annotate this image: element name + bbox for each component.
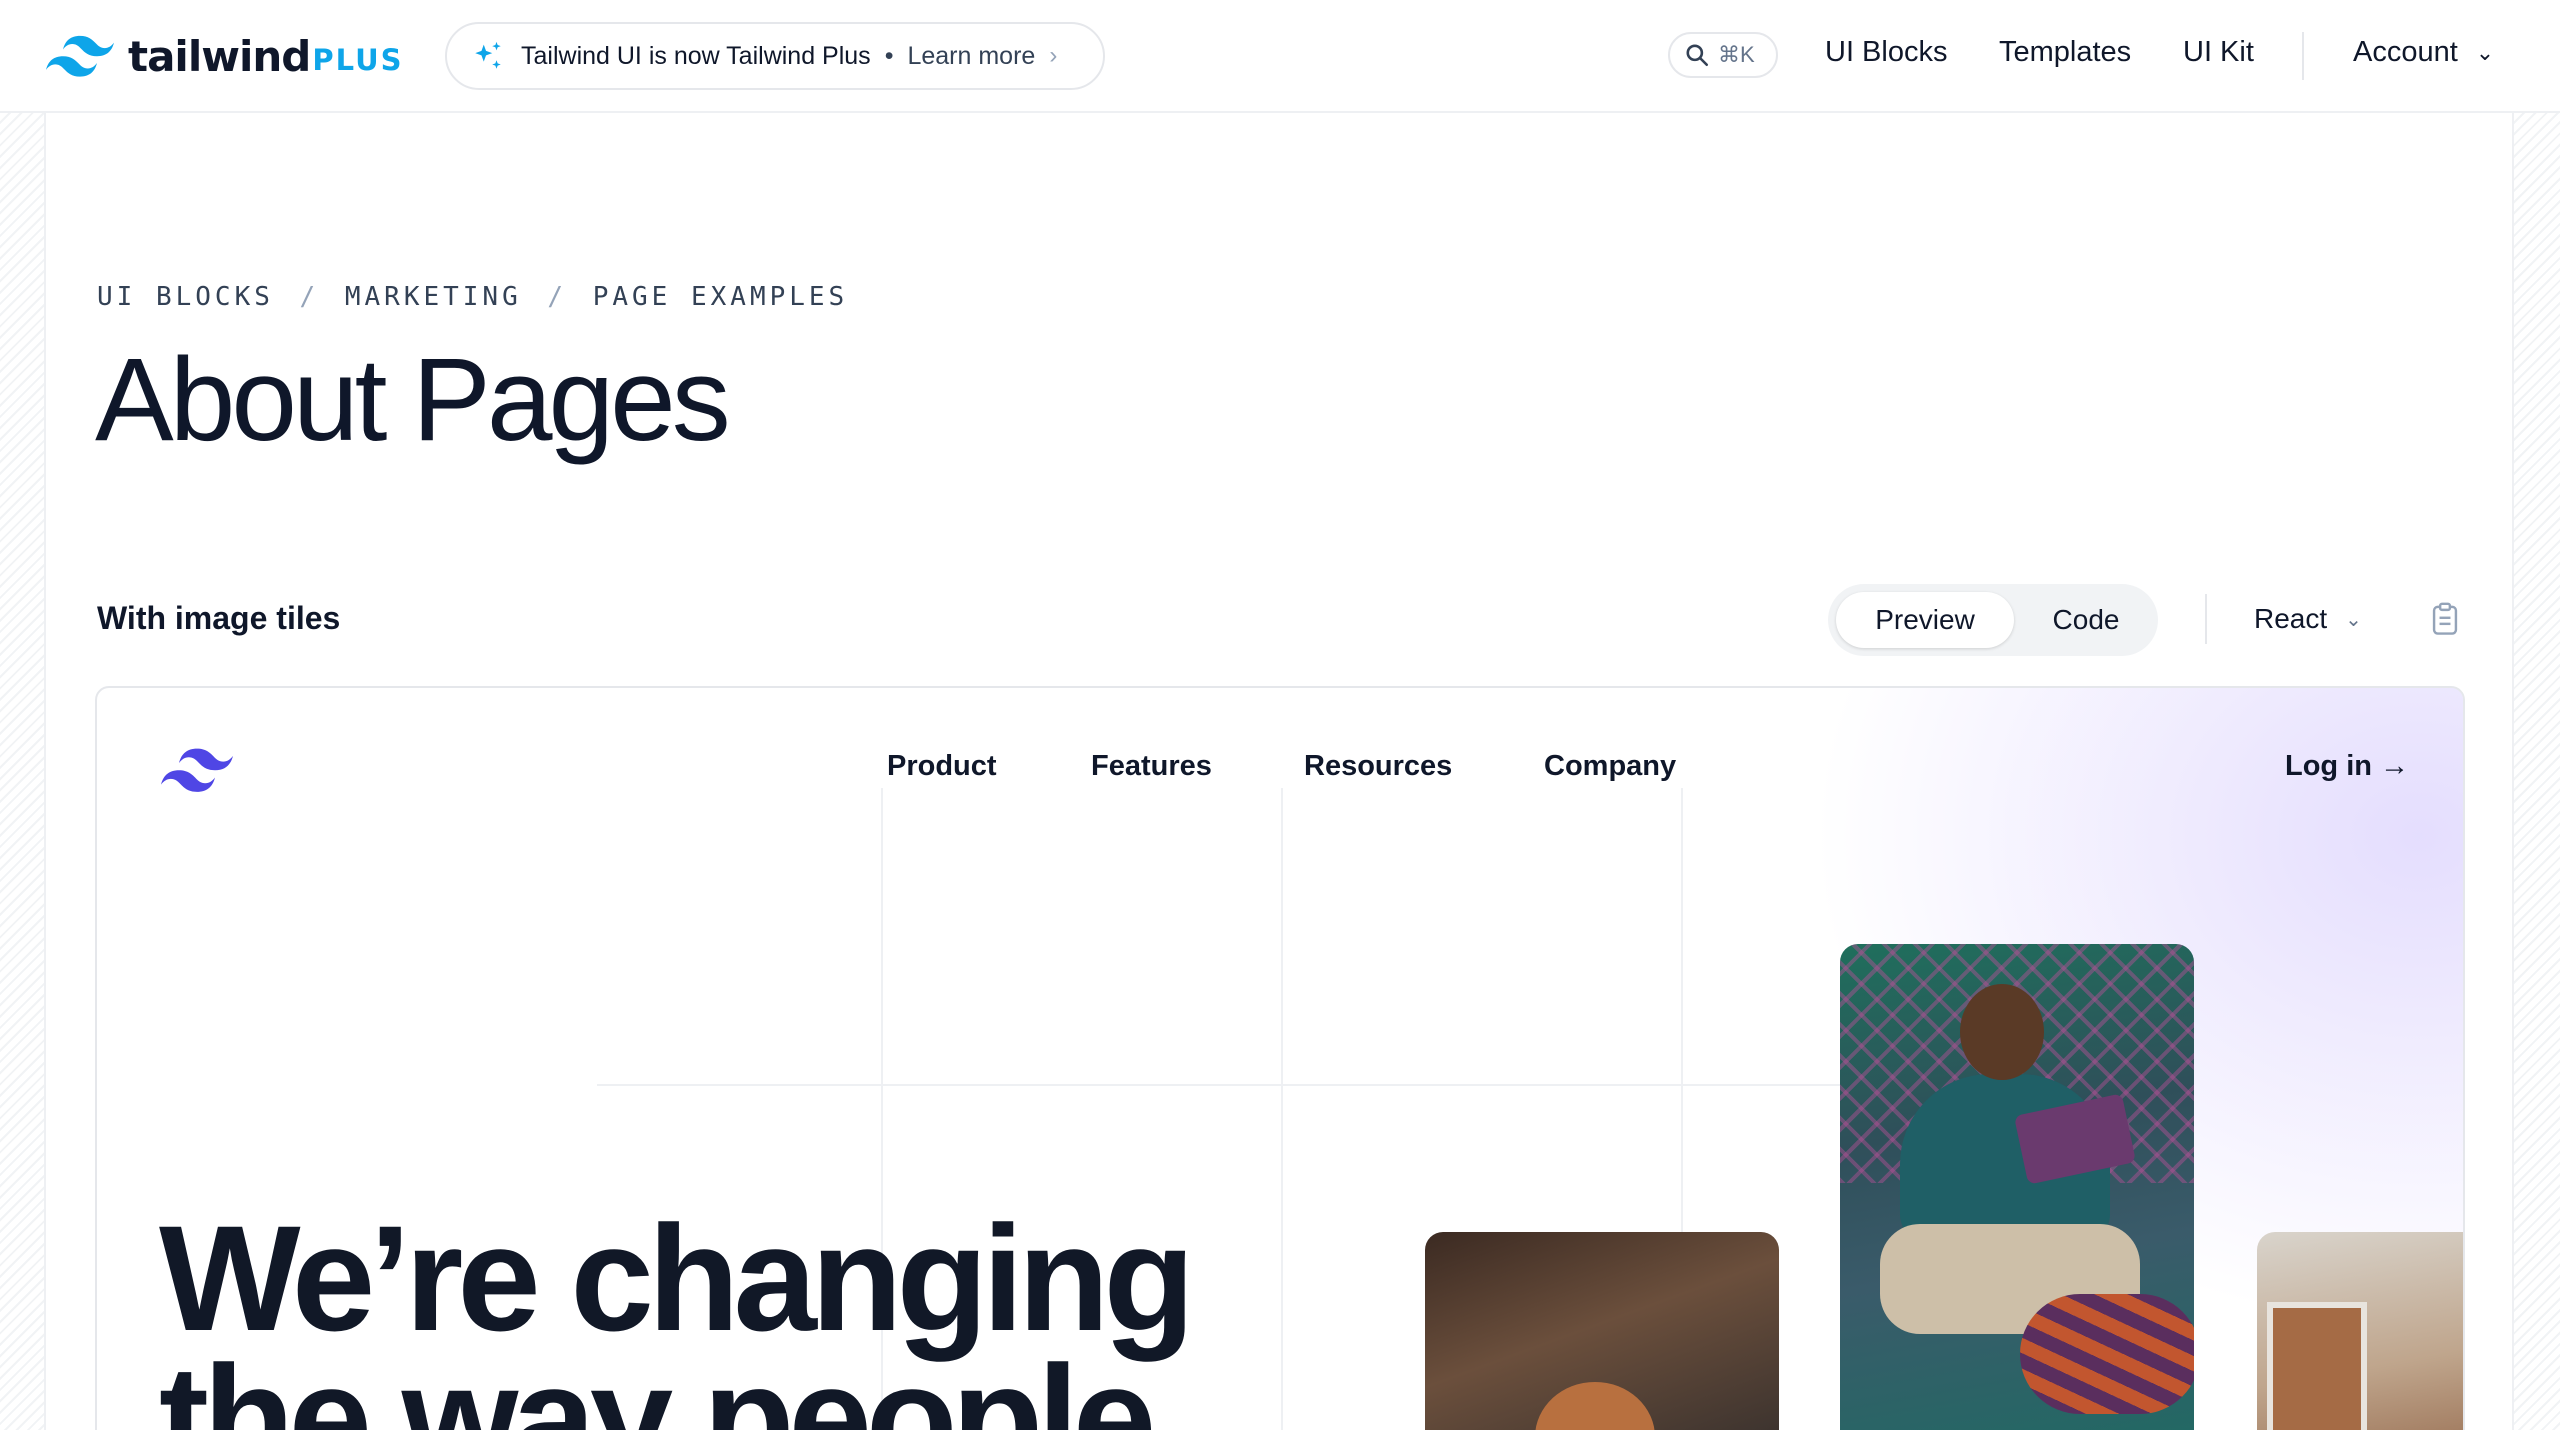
preview-nav-product[interactable]: Product bbox=[887, 750, 997, 783]
chevron-right-icon: › bbox=[1049, 42, 1058, 69]
chevron-down-icon: ⌄ bbox=[2475, 39, 2495, 65]
copy-clipboard-icon[interactable] bbox=[2430, 602, 2460, 636]
breadcrumb: UI BLOCKS / MARKETING / PAGE EXAMPLES bbox=[97, 282, 848, 312]
toolbar-divider bbox=[2205, 594, 2207, 644]
image-tile-3 bbox=[2257, 1232, 2463, 1430]
photo-window bbox=[2267, 1302, 2367, 1430]
preview-login-link[interactable]: Log in → bbox=[2285, 750, 2409, 783]
account-menu-button[interactable]: Account ⌄ bbox=[2353, 36, 2494, 69]
learn-more-link[interactable]: Learn more bbox=[907, 42, 1035, 71]
page-title: About Pages bbox=[95, 334, 731, 466]
right-gutter-pattern bbox=[2512, 113, 2560, 1430]
nav-ui-kit[interactable]: UI Kit bbox=[2183, 36, 2254, 69]
chevron-down-icon: ⌄ bbox=[2345, 608, 2362, 631]
section-title: With image tiles bbox=[97, 600, 341, 636]
preview-nav-resources[interactable]: Resources bbox=[1304, 750, 1452, 783]
preview-nav-company[interactable]: Company bbox=[1544, 750, 1676, 783]
sparkles-icon bbox=[475, 41, 501, 69]
breadcrumb-separator: / bbox=[547, 282, 568, 312]
search-button[interactable]: ⌘K bbox=[1668, 32, 1778, 78]
photo-person-head bbox=[1960, 984, 2044, 1080]
photo-arm bbox=[2020, 1294, 2194, 1414]
framework-label: React bbox=[2254, 603, 2328, 634]
image-tile-2 bbox=[1840, 944, 2194, 1430]
left-gutter-pattern bbox=[0, 113, 46, 1430]
preview-nav-features[interactable]: Features bbox=[1091, 750, 1212, 783]
hero-line-2: the way people bbox=[159, 1334, 1156, 1430]
nav-divider bbox=[2302, 32, 2304, 80]
logo-plus-wordmark: PLUS bbox=[312, 43, 404, 77]
hero-heading: We’re changing the way people bbox=[159, 1194, 1195, 1430]
image-tile-1 bbox=[1425, 1232, 1779, 1430]
nav-templates[interactable]: Templates bbox=[1999, 36, 2131, 69]
breadcrumb-marketing[interactable]: MARKETING bbox=[345, 282, 522, 312]
company-logo-icon[interactable] bbox=[161, 746, 233, 794]
announcement-separator: • bbox=[884, 41, 894, 70]
search-icon bbox=[1686, 44, 1709, 67]
tailwind-plus-logo[interactable]: tailwind PLUS bbox=[46, 30, 404, 82]
tab-code[interactable]: Code bbox=[2022, 592, 2150, 648]
top-nav: tailwind PLUS Tailwind UI is now Tailwin… bbox=[0, 0, 2560, 113]
breadcrumb-page-examples[interactable]: PAGE EXAMPLES bbox=[593, 282, 849, 312]
tailwind-logo-icon bbox=[46, 35, 114, 77]
framework-select[interactable]: React ⌄ bbox=[2254, 603, 2362, 635]
breadcrumb-separator: / bbox=[299, 282, 320, 312]
search-shortcut: ⌘K bbox=[1718, 42, 1755, 67]
component-preview: Product Features Resources Company Log i… bbox=[95, 686, 2465, 1430]
preview-code-toggle: Preview Code bbox=[1828, 584, 2158, 656]
account-label: Account bbox=[2353, 36, 2458, 68]
logo-wordmark: tailwind bbox=[128, 31, 311, 81]
announcement-text: Tailwind UI is now Tailwind Plus bbox=[521, 41, 871, 70]
photo-person bbox=[1535, 1382, 1655, 1430]
announcement-pill[interactable]: Tailwind UI is now Tailwind Plus • Learn… bbox=[445, 22, 1105, 90]
grid-line bbox=[1281, 788, 1283, 1430]
hero-line-1: We’re changing bbox=[159, 1194, 1195, 1362]
nav-ui-blocks[interactable]: UI Blocks bbox=[1825, 36, 1947, 69]
breadcrumb-ui-blocks[interactable]: UI BLOCKS bbox=[97, 282, 274, 312]
tab-preview[interactable]: Preview bbox=[1836, 592, 2014, 648]
